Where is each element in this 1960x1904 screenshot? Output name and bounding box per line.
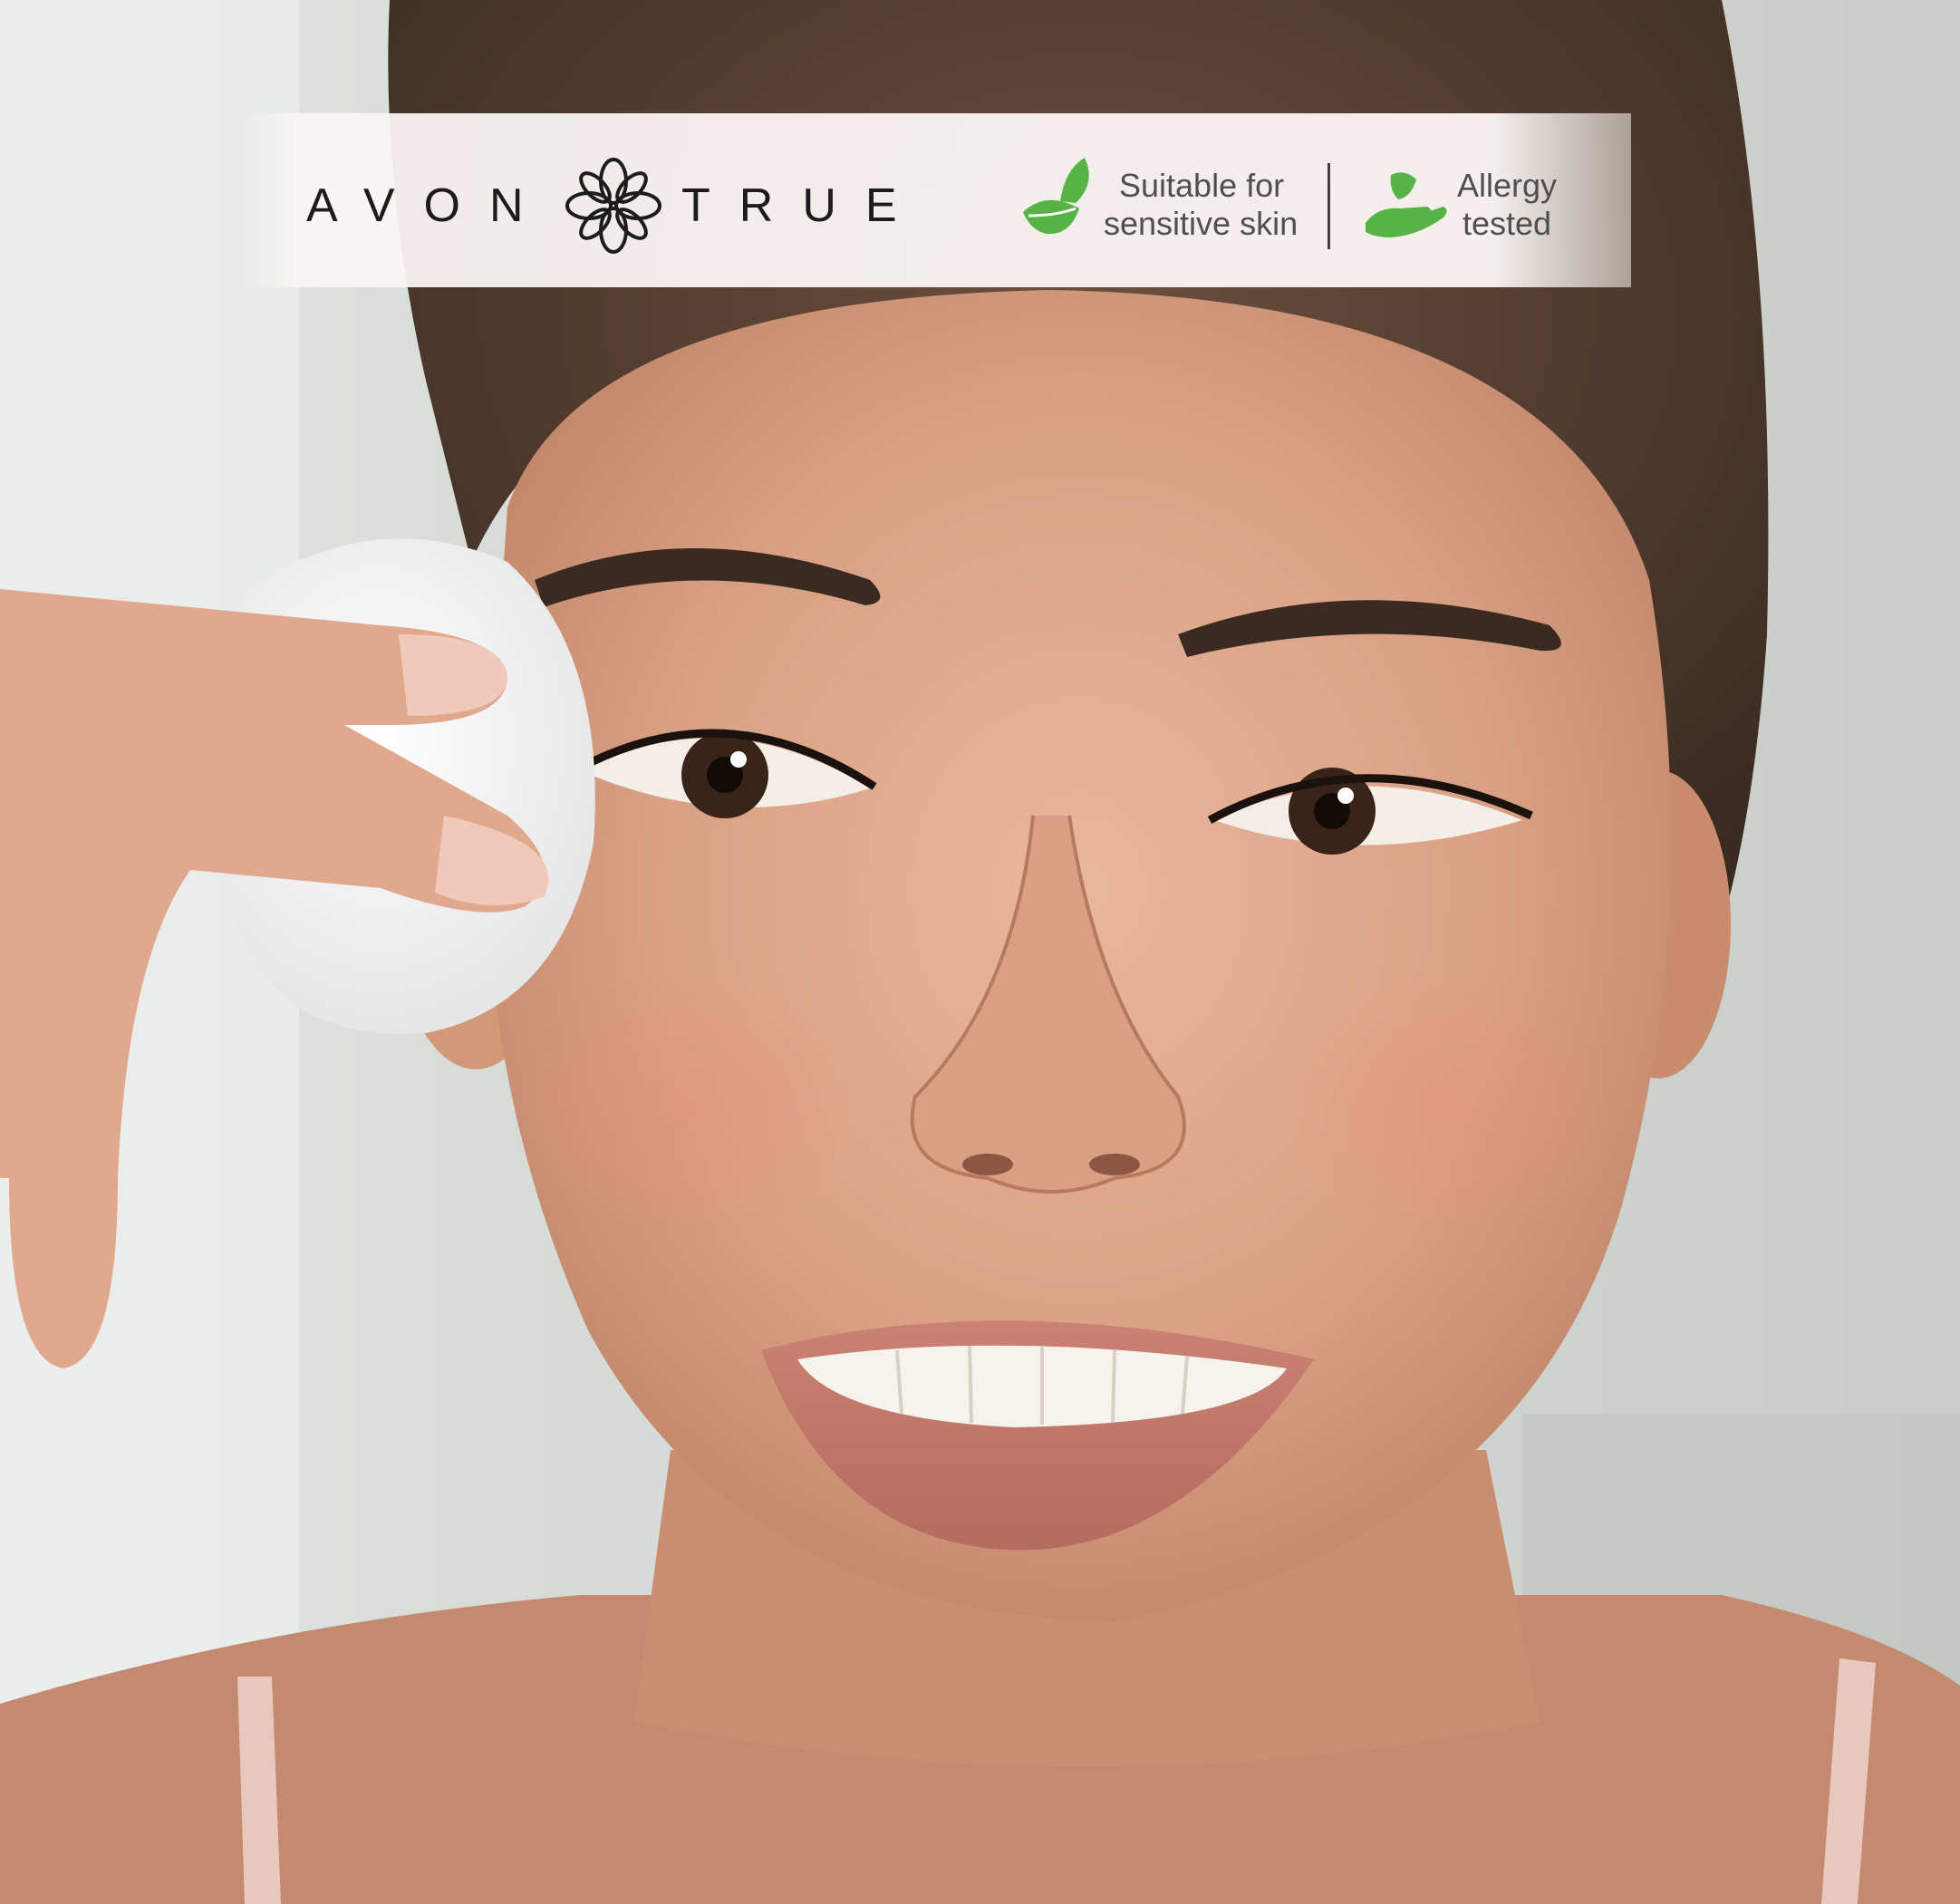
brand-name-avon: AVON: [306, 179, 553, 232]
nostril-right: [1089, 1154, 1140, 1175]
badge-divider: [1328, 163, 1330, 249]
leaf-icon: [1023, 158, 1089, 235]
avon-flower-logo-icon: [565, 158, 661, 254]
nostril-left: [962, 1154, 1013, 1175]
badge-sensitive-line2: sensitive skin: [1104, 205, 1299, 242]
eye-shine-right: [1337, 788, 1354, 804]
cheek-right: [1278, 970, 1622, 1242]
cheek-left: [507, 970, 870, 1242]
badge-allergy-line2: tested: [1463, 205, 1552, 242]
hand-leaf-icon: [1366, 172, 1447, 237]
badge-sensitive-line1: Suitable for: [1119, 167, 1285, 204]
badge-allergy-line1: Allergy: [1457, 167, 1558, 204]
eye-shine-left: [730, 751, 747, 768]
brand-name-true: TRUE: [681, 179, 926, 232]
